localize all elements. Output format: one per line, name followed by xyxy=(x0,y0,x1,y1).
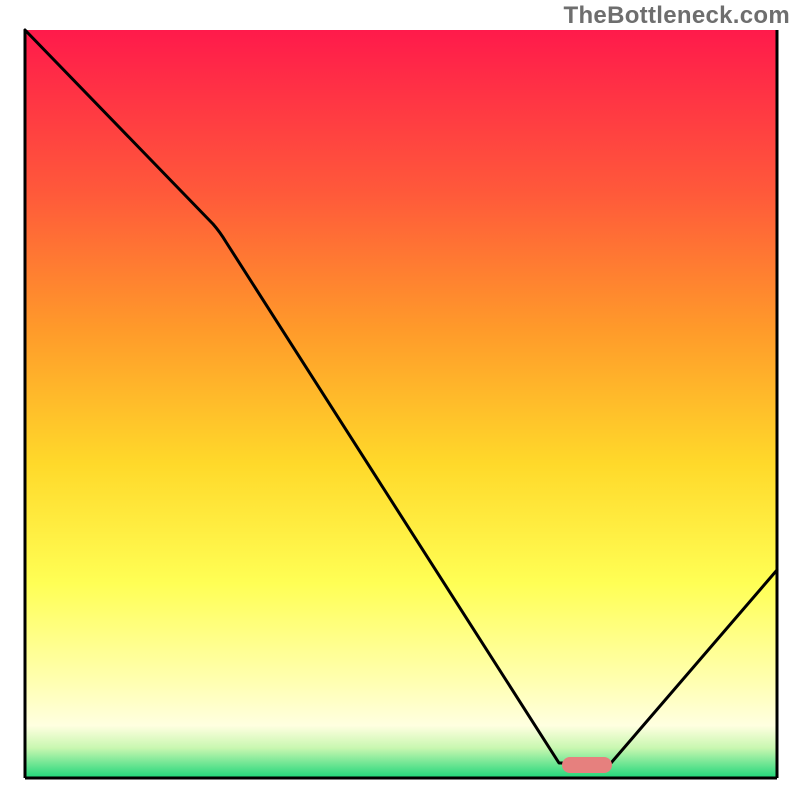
plot-background xyxy=(25,30,777,778)
watermark-text: TheBottleneck.com xyxy=(564,2,790,30)
bottleneck-chart xyxy=(0,0,800,800)
chart-stage: TheBottleneck.com xyxy=(0,0,800,800)
optimum-marker xyxy=(562,757,612,773)
